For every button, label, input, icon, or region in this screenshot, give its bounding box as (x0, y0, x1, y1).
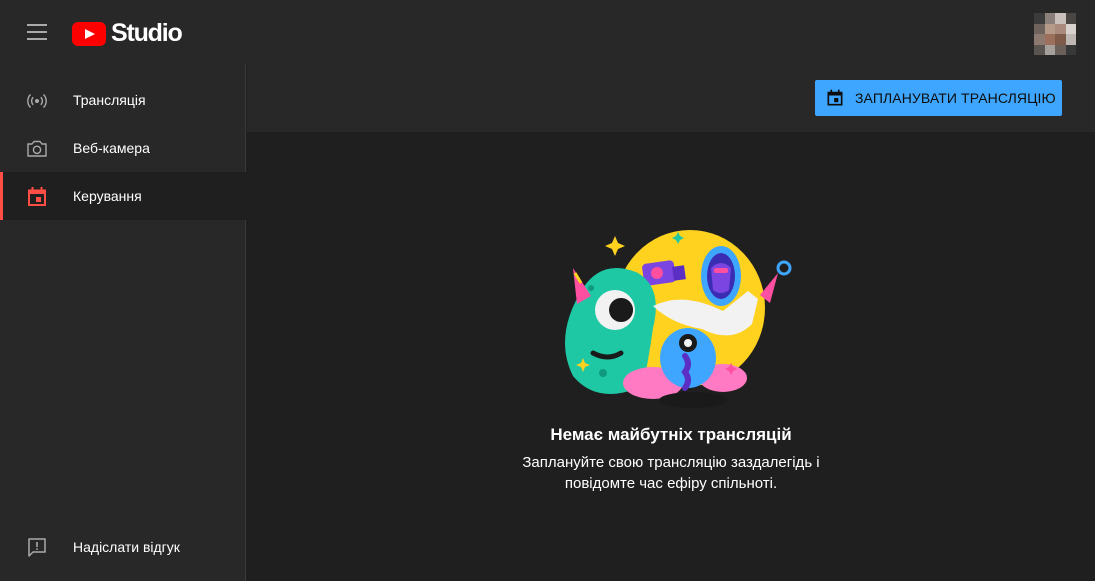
feedback-icon (28, 538, 46, 557)
camera-icon (27, 140, 47, 157)
hamburger-menu-button[interactable] (22, 21, 52, 43)
menu-line (27, 24, 47, 26)
empty-state-illustration (565, 230, 792, 408)
avatar[interactable] (1034, 13, 1076, 55)
youtube-studio-logo[interactable]: Studio (72, 19, 183, 48)
action-bar: ЗАПЛАНУВАТИ ТРАНСЛЯЦІЮ (247, 64, 1095, 132)
empty-state-description: Заплануйте свою трансляцію заздалегідь і… (522, 454, 820, 492)
sidebar-item-webcam[interactable]: Веб-камера (0, 124, 246, 172)
menu-line (27, 31, 47, 33)
sidebar: Трансляція Веб-камера Керування Надіслат… (0, 64, 246, 581)
main-content: ЗАПЛАНУВАТИ ТРАНСЛЯЦІЮ Немає майбутніх т… (247, 64, 1095, 581)
empty-state: Немає майбутніх трансляцій Заплануйте св… (247, 132, 1095, 581)
empty-state-title: Немає майбутніх трансляцій (550, 425, 792, 444)
sidebar-item-label: Веб-камера (73, 140, 150, 156)
logo-text: Studio (111, 19, 183, 47)
sidebar-item-label: Трансляція (73, 92, 146, 108)
menu-line (27, 38, 47, 40)
youtube-play-icon (72, 21, 106, 46)
calendar-icon (827, 89, 843, 106)
sidebar-item-manage[interactable]: Керування (0, 172, 246, 220)
top-bar: Studio (0, 0, 1095, 64)
calendar-icon (28, 187, 46, 206)
schedule-button-label: ЗАПЛАНУВАТИ ТРАНСЛЯЦІЮ (855, 90, 1056, 106)
schedule-stream-button[interactable]: ЗАПЛАНУВАТИ ТРАНСЛЯЦІЮ (815, 80, 1062, 116)
sidebar-item-label: Керування (73, 188, 142, 204)
sidebar-item-send-feedback[interactable]: Надіслати відгук (0, 523, 246, 571)
sidebar-item-broadcast[interactable]: Трансляція (0, 76, 246, 124)
broadcast-icon (27, 94, 47, 108)
sidebar-item-label: Надіслати відгук (73, 539, 180, 555)
